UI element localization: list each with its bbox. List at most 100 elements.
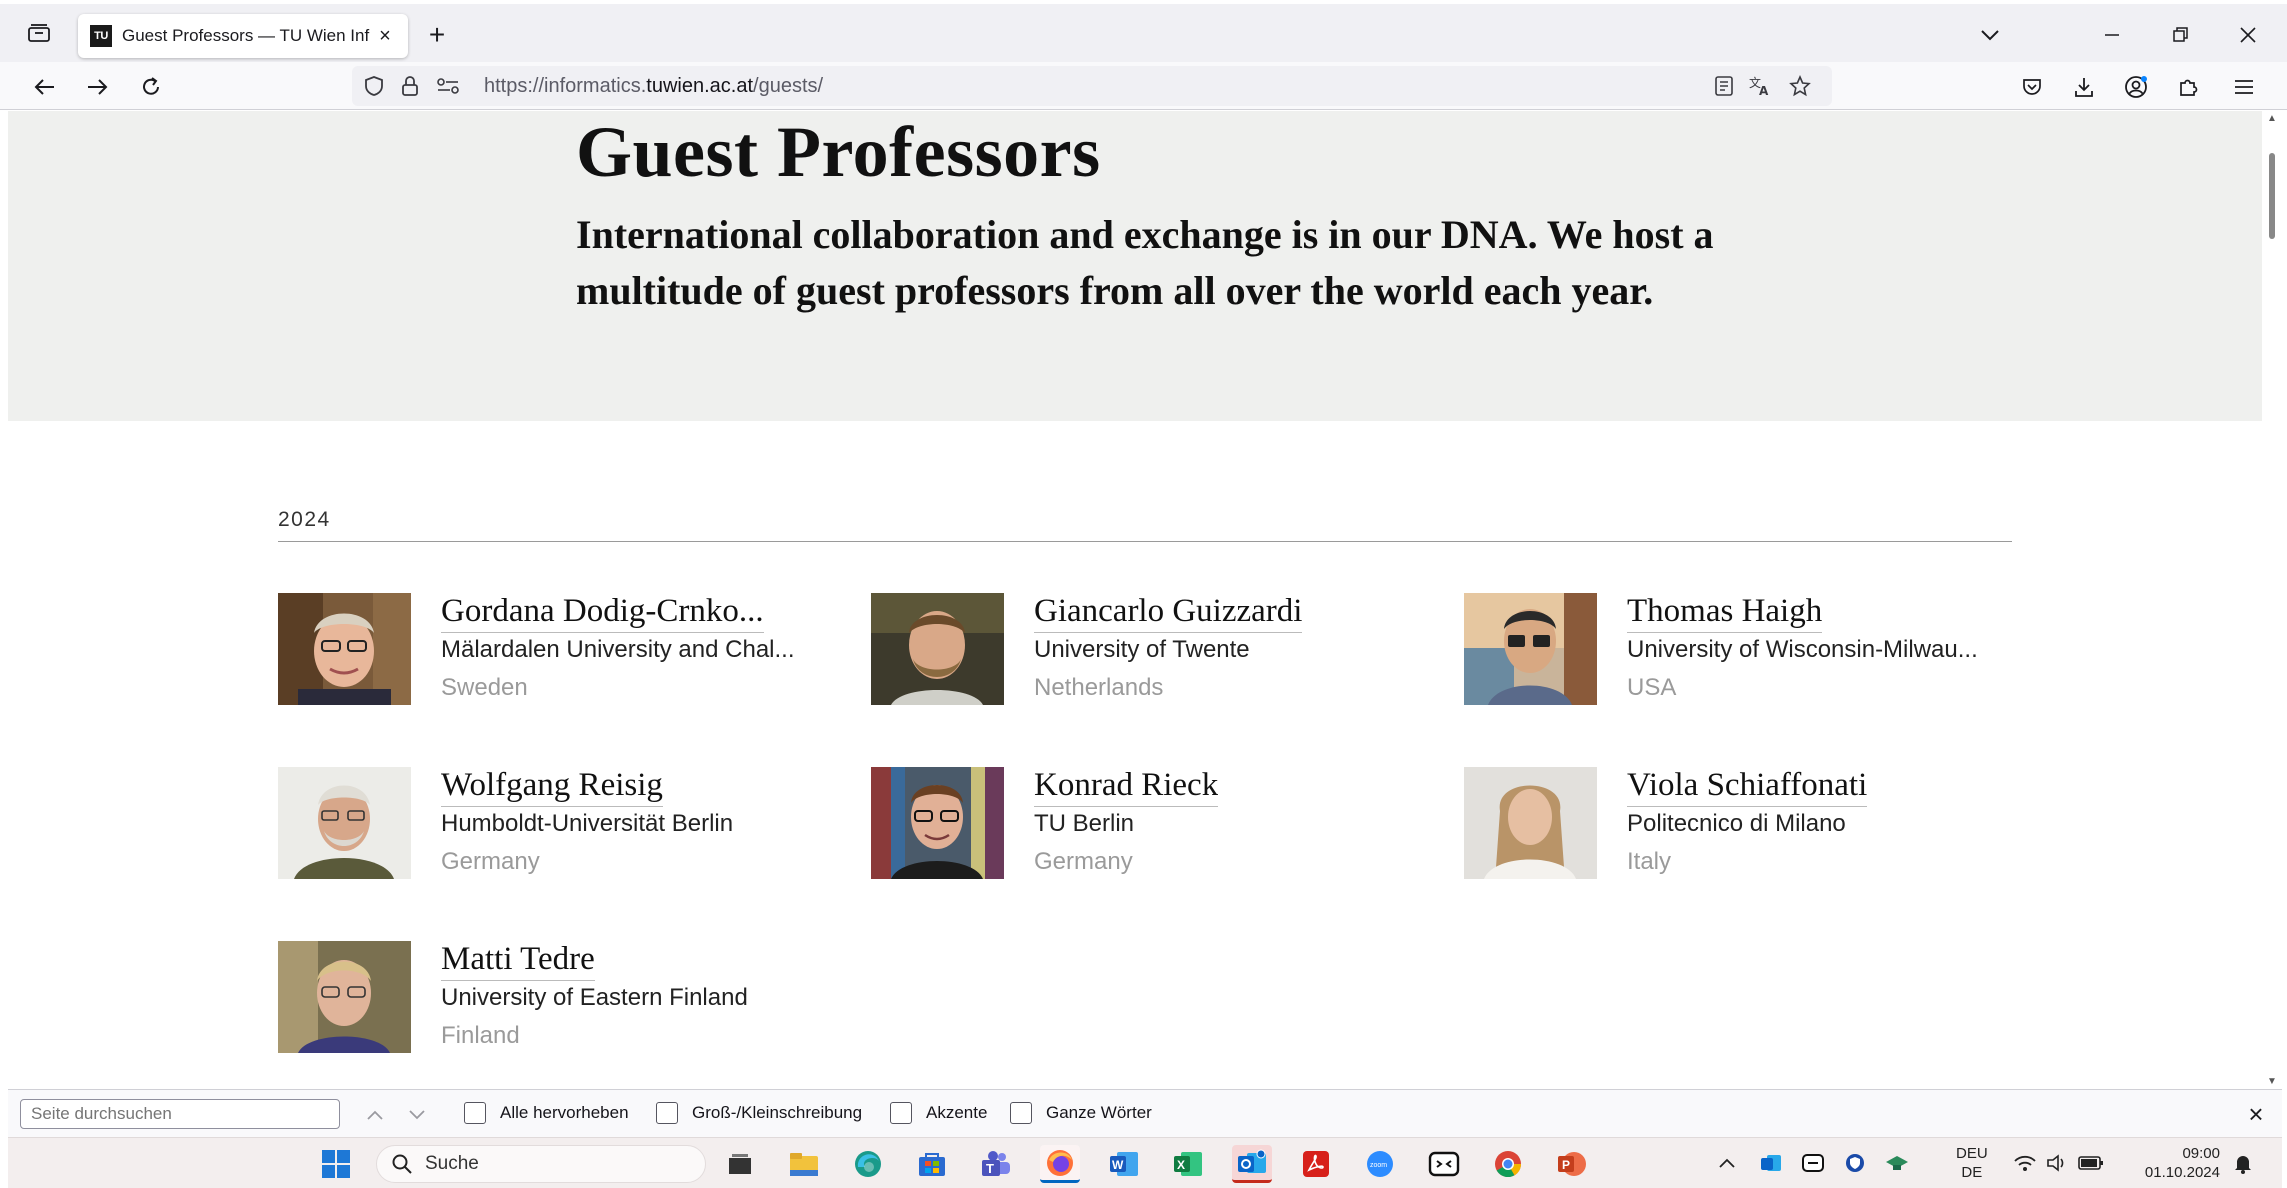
tab-list-icon[interactable] [24, 18, 54, 48]
guest-photo[interactable] [278, 941, 411, 1053]
guest-institution: Politecnico di Milano [1627, 810, 1846, 837]
checkbox-box[interactable] [1010, 1102, 1032, 1124]
guest-name[interactable]: Gordana Dodig-Crnko... [441, 593, 764, 633]
language-code: DEU [1956, 1145, 1988, 1162]
remote-desktop-tray-icon[interactable] [1798, 1148, 1828, 1178]
excel-icon[interactable]: X [1168, 1145, 1208, 1183]
education-cap-tray-icon[interactable] [1882, 1148, 1912, 1178]
taskbar-search[interactable]: Suche [376, 1145, 706, 1183]
permissions-icon[interactable] [436, 74, 460, 98]
highlight-all-checkbox[interactable]: Alle hervorheben [464, 1102, 629, 1124]
whole-words-checkbox[interactable]: Ganze Wörter [1010, 1102, 1152, 1124]
back-icon[interactable] [28, 70, 62, 104]
outlook-tray-icon[interactable] [1756, 1148, 1786, 1178]
guest-card[interactable]: Gordana Dodig-Crnko... Mälardalen Univer… [278, 593, 838, 708]
match-case-checkbox[interactable]: Groß-/Kleinschreibung [656, 1102, 862, 1124]
guest-photo[interactable] [871, 593, 1004, 705]
pocket-icon[interactable] [2016, 71, 2048, 103]
firefox-icon[interactable] [1040, 1145, 1080, 1183]
find-input[interactable] [20, 1099, 340, 1129]
remote-desktop-icon[interactable] [1424, 1145, 1464, 1183]
svg-text:T: T [986, 1161, 994, 1176]
guest-photo[interactable] [1464, 593, 1597, 705]
edge-browser-icon[interactable] [848, 1145, 888, 1183]
find-previous-icon[interactable] [362, 1102, 388, 1128]
lock-icon[interactable] [398, 74, 422, 98]
guest-photo[interactable] [278, 593, 411, 705]
checkbox-box[interactable] [464, 1102, 486, 1124]
reader-view-icon[interactable] [1712, 74, 1736, 98]
screen: TU Guest Professors — TU Wien Inf × + ht… [0, 0, 2287, 1188]
guest-card[interactable]: Thomas Haigh University of Wisconsin-Mil… [1464, 593, 2024, 708]
year-heading: 2024 [278, 508, 331, 531]
clock[interactable]: 09:00 01.10.2024 [2120, 1144, 2220, 1182]
guest-country: Finland [441, 1022, 520, 1049]
outlook-icon[interactable] [1232, 1145, 1272, 1183]
bookmark-star-icon[interactable] [1788, 74, 1812, 98]
scrollbar-thumb[interactable] [2269, 153, 2275, 239]
close-tab-icon[interactable]: × [374, 25, 396, 47]
match-diacritics-checkbox[interactable]: Akzente [890, 1102, 987, 1124]
guest-photo[interactable] [1464, 767, 1597, 879]
windows-start-icon[interactable] [316, 1145, 356, 1183]
app-menu-icon[interactable] [2228, 71, 2260, 103]
new-tab-icon[interactable]: + [422, 19, 452, 50]
reload-icon[interactable] [134, 70, 168, 104]
acrobat-icon[interactable] [1296, 1145, 1336, 1183]
guest-name[interactable]: Konrad Rieck [1034, 767, 1219, 807]
scroll-up-arrow-icon[interactable]: ▲ [2267, 113, 2277, 124]
checkbox-box[interactable] [890, 1102, 912, 1124]
vertical-scrollbar[interactable]: ▲ ▼ [2262, 111, 2282, 1089]
restore-icon[interactable] [2160, 18, 2200, 52]
guest-name[interactable]: Thomas Haigh [1627, 593, 1823, 633]
close-find-bar-icon[interactable]: × [2242, 1099, 2270, 1129]
tab-bar: TU Guest Professors — TU Wien Inf × + [0, 0, 2287, 62]
show-hidden-icons-chevron-icon[interactable] [1712, 1148, 1742, 1178]
word-icon[interactable]: W [1104, 1145, 1144, 1183]
guest-card[interactable]: Matti Tedre University of Eastern Finlan… [278, 941, 838, 1056]
zoom-icon[interactable]: zoom [1360, 1145, 1400, 1183]
list-all-tabs-chevron-icon[interactable] [1970, 18, 2010, 52]
active-tab[interactable]: TU Guest Professors — TU Wien Inf × [78, 14, 408, 58]
file-explorer-icon[interactable] [784, 1145, 824, 1183]
microsoft-store-icon[interactable] [912, 1145, 952, 1183]
minimize-icon[interactable] [2092, 18, 2132, 52]
guest-card[interactable]: Konrad Rieck TU Berlin Germany [871, 767, 1431, 882]
guest-card[interactable]: Viola Schiaffonati Politecnico di Milano… [1464, 767, 2024, 882]
task-view-icon[interactable] [720, 1145, 760, 1183]
url-text[interactable]: https://informatics.tuwien.ac.at/guests/ [484, 75, 823, 98]
guest-photo[interactable] [278, 767, 411, 879]
volume-icon[interactable] [2042, 1148, 2072, 1178]
close-window-icon[interactable] [2228, 18, 2268, 52]
find-bar: Alle hervorheben Groß-/Kleinschreibung A… [8, 1089, 2282, 1137]
guest-institution: University of Wisconsin-Milwau... [1627, 636, 1978, 663]
guest-name[interactable]: Giancarlo Guizzardi [1034, 593, 1303, 633]
tracking-protection-shield-icon[interactable] [362, 74, 386, 98]
battery-icon[interactable] [2076, 1148, 2106, 1178]
scroll-down-arrow-icon[interactable]: ▼ [2267, 1076, 2277, 1087]
guest-name[interactable]: Matti Tedre [441, 941, 595, 981]
find-next-icon[interactable] [404, 1102, 430, 1128]
checkbox-box[interactable] [656, 1102, 678, 1124]
notification-bell-icon[interactable] [2228, 1148, 2258, 1178]
clock-date: 01.10.2024 [2144, 1164, 2220, 1181]
guest-card[interactable]: Wolfgang Reisig Humboldt-Universität Ber… [278, 767, 838, 882]
translate-icon[interactable]: 文A [1748, 74, 1772, 98]
powerpoint-icon[interactable]: P [1552, 1145, 1592, 1183]
navigation-toolbar: https://informatics.tuwien.ac.at/guests/… [0, 62, 2287, 110]
guest-card[interactable]: Giancarlo Guizzardi University of Twente… [871, 593, 1431, 708]
guest-name[interactable]: Wolfgang Reisig [441, 767, 663, 807]
security-shield-tray-icon[interactable] [1840, 1148, 1870, 1178]
chrome-icon[interactable] [1488, 1145, 1528, 1183]
teams-icon[interactable]: T [976, 1145, 1016, 1183]
extensions-puzzle-icon[interactable] [2172, 71, 2204, 103]
account-icon[interactable] [2120, 71, 2152, 103]
url-bar[interactable]: https://informatics.tuwien.ac.at/guests/… [352, 66, 1832, 106]
downloads-icon[interactable] [2068, 71, 2100, 103]
guest-institution: Mälardalen University and Chal... [441, 636, 795, 663]
forward-icon[interactable] [80, 70, 114, 104]
guest-photo[interactable] [871, 767, 1004, 879]
guest-name[interactable]: Viola Schiaffonati [1627, 767, 1868, 807]
wifi-icon[interactable] [2010, 1148, 2040, 1178]
input-language-indicator[interactable]: DEU DE [1956, 1144, 1988, 1182]
